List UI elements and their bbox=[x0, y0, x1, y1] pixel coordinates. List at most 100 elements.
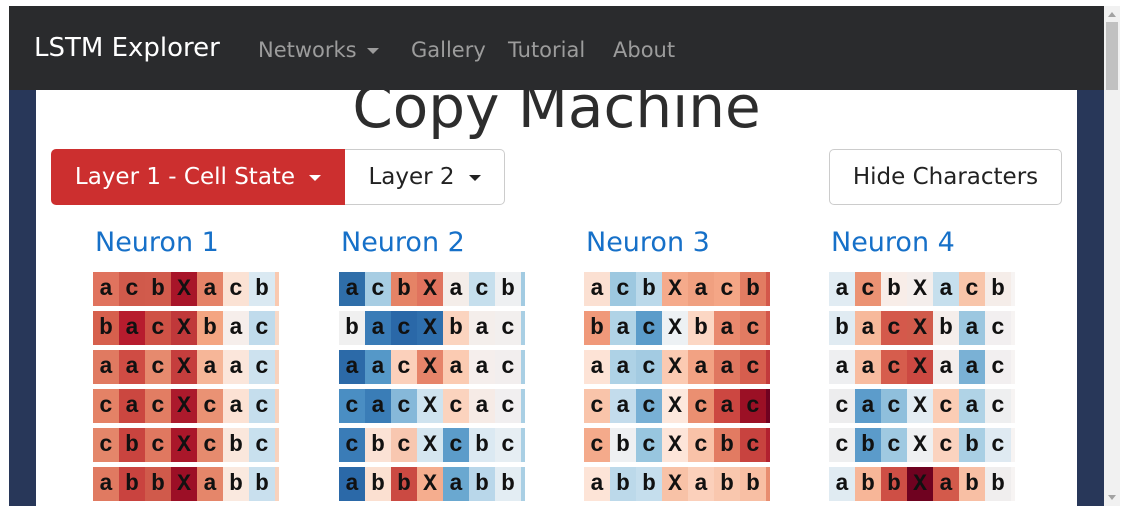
activation-cell[interactable]: c bbox=[881, 389, 907, 423]
activation-cell[interactable]: c bbox=[339, 428, 365, 462]
activation-cell[interactable]: b bbox=[933, 311, 959, 345]
activation-cell[interactable]: b bbox=[855, 428, 881, 462]
activation-cell[interactable]: X bbox=[171, 311, 197, 345]
activation-cell[interactable]: c bbox=[985, 311, 1011, 345]
neuron-title[interactable]: Neuron 2 bbox=[341, 226, 465, 260]
activation-cell[interactable]: c bbox=[145, 428, 171, 462]
activation-cell[interactable]: a bbox=[365, 389, 391, 423]
activation-cell[interactable]: b bbox=[223, 428, 249, 462]
activation-cell[interactable]: X bbox=[907, 311, 933, 345]
activation-cell[interactable]: a bbox=[443, 272, 469, 306]
activation-cell[interactable]: a bbox=[469, 311, 495, 345]
activation-cell[interactable]: a bbox=[469, 389, 495, 423]
activation-cell[interactable]: c bbox=[469, 272, 495, 306]
activation-cell[interactable]: b bbox=[365, 428, 391, 462]
activation-cell[interactable]: b bbox=[584, 311, 610, 345]
activation-cell[interactable]: c bbox=[391, 428, 417, 462]
activation-cell[interactable]: b bbox=[829, 311, 855, 345]
scroll-up-arrow-icon[interactable] bbox=[1108, 12, 1116, 17]
activation-cell[interactable]: c bbox=[740, 428, 766, 462]
activation-cell[interactable]: c bbox=[145, 350, 171, 384]
activation-cell[interactable]: X bbox=[417, 467, 443, 501]
activation-cell[interactable]: b bbox=[740, 467, 766, 501]
activation-cell[interactable]: a bbox=[223, 350, 249, 384]
activation-cell[interactable]: b bbox=[636, 272, 662, 306]
vertical-scrollbar[interactable] bbox=[1104, 6, 1120, 506]
activation-cell[interactable]: a bbox=[365, 311, 391, 345]
activation-cell[interactable]: X bbox=[171, 428, 197, 462]
activation-cell[interactable]: a bbox=[714, 311, 740, 345]
activation-cell[interactable]: a bbox=[93, 272, 119, 306]
activation-cell[interactable]: c bbox=[959, 272, 985, 306]
activation-cell[interactable]: a bbox=[443, 467, 469, 501]
activation-cell[interactable]: a bbox=[714, 350, 740, 384]
nav-networks-dropdown[interactable]: Networks bbox=[258, 36, 379, 64]
activation-cell[interactable]: a bbox=[119, 350, 145, 384]
activation-cell[interactable]: b bbox=[197, 311, 223, 345]
activation-cell[interactable]: a bbox=[855, 389, 881, 423]
activation-cell[interactable]: b bbox=[855, 467, 881, 501]
activation-cell[interactable]: X bbox=[417, 428, 443, 462]
activation-cell[interactable]: a bbox=[223, 311, 249, 345]
activation-cell[interactable]: c bbox=[93, 428, 119, 462]
activation-cell[interactable]: X bbox=[662, 272, 688, 306]
activation-cell[interactable]: a bbox=[119, 389, 145, 423]
activation-cell[interactable]: b bbox=[119, 467, 145, 501]
activation-cell[interactable]: a bbox=[93, 467, 119, 501]
activation-cell[interactable]: c bbox=[714, 272, 740, 306]
activation-cell[interactable]: a bbox=[584, 272, 610, 306]
activation-cell[interactable]: c bbox=[688, 389, 714, 423]
activation-cell[interactable]: c bbox=[365, 272, 391, 306]
activation-cell[interactable]: b bbox=[959, 428, 985, 462]
activation-cell[interactable]: b bbox=[495, 467, 521, 501]
activation-cell[interactable]: c bbox=[249, 389, 275, 423]
neuron-title[interactable]: Neuron 4 bbox=[831, 226, 955, 260]
activation-cell[interactable]: a bbox=[933, 272, 959, 306]
activation-cell[interactable]: X bbox=[907, 389, 933, 423]
activation-cell[interactable]: c bbox=[829, 389, 855, 423]
activation-cell[interactable]: c bbox=[119, 272, 145, 306]
activation-cell[interactable]: c bbox=[145, 389, 171, 423]
activation-cell[interactable]: c bbox=[223, 272, 249, 306]
activation-cell[interactable]: c bbox=[688, 428, 714, 462]
activation-cell[interactable]: a bbox=[829, 350, 855, 384]
activation-cell[interactable]: a bbox=[443, 350, 469, 384]
activation-cell[interactable]: a bbox=[119, 311, 145, 345]
nav-about[interactable]: About bbox=[613, 36, 675, 64]
activation-cell[interactable]: c bbox=[855, 272, 881, 306]
activation-cell[interactable]: X bbox=[417, 350, 443, 384]
activation-cell[interactable]: c bbox=[443, 428, 469, 462]
activation-cell[interactable]: X bbox=[662, 350, 688, 384]
activation-cell[interactable]: c bbox=[249, 311, 275, 345]
hide-characters-button[interactable]: Hide Characters bbox=[829, 149, 1062, 205]
activation-cell[interactable]: a bbox=[959, 311, 985, 345]
activation-cell[interactable]: c bbox=[391, 311, 417, 345]
activation-cell[interactable]: a bbox=[584, 467, 610, 501]
activation-cell[interactable]: b bbox=[610, 467, 636, 501]
activation-cell[interactable]: c bbox=[584, 428, 610, 462]
activation-cell[interactable]: a bbox=[933, 350, 959, 384]
activation-cell[interactable]: X bbox=[907, 272, 933, 306]
layer-1-cell-state-dropdown[interactable]: Layer 1 - Cell State bbox=[51, 149, 345, 205]
activation-cell[interactable]: X bbox=[662, 467, 688, 501]
activation-cell[interactable]: b bbox=[495, 272, 521, 306]
activation-cell[interactable]: c bbox=[495, 350, 521, 384]
activation-cell[interactable]: c bbox=[197, 428, 223, 462]
activation-cell[interactable]: c bbox=[881, 350, 907, 384]
activation-cell[interactable]: c bbox=[829, 428, 855, 462]
activation-cell[interactable]: b bbox=[636, 467, 662, 501]
activation-cell[interactable]: a bbox=[339, 467, 365, 501]
activation-cell[interactable]: a bbox=[610, 311, 636, 345]
activation-cell[interactable]: X bbox=[417, 272, 443, 306]
activation-cell[interactable]: a bbox=[469, 350, 495, 384]
activation-cell[interactable]: X bbox=[907, 428, 933, 462]
activation-cell[interactable]: X bbox=[171, 389, 197, 423]
activation-cell[interactable]: a bbox=[584, 350, 610, 384]
activation-cell[interactable]: b bbox=[714, 467, 740, 501]
activation-cell[interactable]: X bbox=[171, 350, 197, 384]
activation-cell[interactable]: a bbox=[829, 272, 855, 306]
activation-cell[interactable]: b bbox=[469, 467, 495, 501]
activation-cell[interactable]: a bbox=[339, 272, 365, 306]
activation-cell[interactable]: b bbox=[985, 272, 1011, 306]
activation-cell[interactable]: X bbox=[417, 311, 443, 345]
